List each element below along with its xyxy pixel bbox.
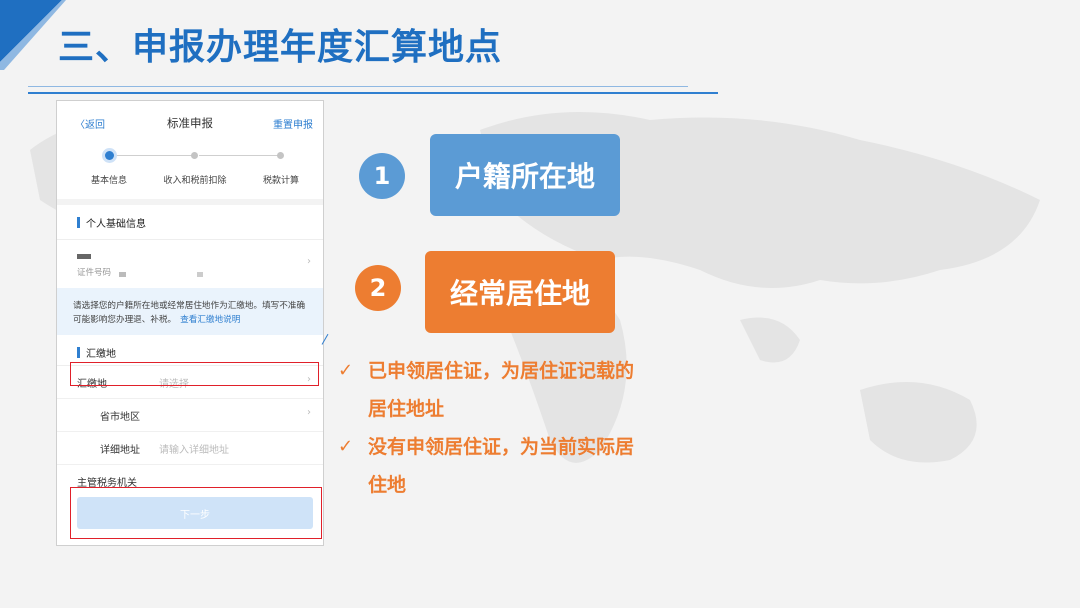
province-city-row[interactable]: 省市地区 › [57, 399, 323, 432]
step-line [199, 155, 279, 156]
notice-link[interactable]: 查看汇缴地说明 [180, 315, 240, 325]
step-dot [277, 152, 284, 159]
step-dot [191, 152, 198, 159]
personal-info-row[interactable]: 证件号码 › [57, 240, 323, 288]
step-label-basic-info: 基本信息 [90, 176, 127, 186]
next-step-button[interactable]: 下一步 [77, 497, 313, 529]
residence-bullets: ✓ 已申领居住证，为居住证记载的 居住地址 ✓ 没有申领居住证，为当前实际居 住… [338, 352, 698, 504]
step-dot-active [105, 151, 114, 160]
section-title: 个人基础信息 [86, 219, 146, 230]
detail-address-row[interactable]: 详细地址 请输入详细地址 [57, 432, 323, 465]
blurred-id [119, 272, 126, 277]
bullet-text: 没有申领居住证，为当前实际居 [368, 436, 635, 458]
notice-box: 请选择您的户籍所在地或经常居住地作为汇缴地。填写不准确可能影响您办理退、补税。查… [57, 288, 323, 335]
section-marker [77, 217, 80, 228]
section-marker [77, 347, 80, 358]
section-personal-info: 个人基础信息 [57, 205, 323, 240]
reset-declaration-button[interactable]: 重置申报 [273, 116, 313, 131]
row-key: 详细地址 [100, 445, 140, 456]
detail-address-input[interactable]: 请输入详细地址 [159, 441, 229, 456]
title-divider-thin [28, 86, 688, 87]
phone-nav-bar: 〈返回 标准申报 重置申报 [57, 101, 323, 145]
blurred-name [77, 254, 91, 259]
id-number-label: 证件号码 [77, 268, 112, 278]
check-icon: ✓ [338, 436, 354, 457]
chevron-right-icon: › [307, 407, 311, 418]
check-icon: ✓ [338, 360, 354, 381]
bullet-item: ✓ 已申领居住证，为居住证记载的 居住地址 [338, 352, 698, 428]
phone-screenshot: 〈返回 标准申报 重置申报 基本信息 收入和税前扣除 税款计算 个人基础信息 证… [56, 100, 324, 546]
title-divider-thick [28, 92, 718, 94]
row-key: 省市地区 [100, 412, 140, 423]
chevron-right-icon: › [307, 256, 311, 267]
blurred-id [197, 272, 203, 277]
bullet-text-cont: 住地 [368, 474, 407, 496]
option-household-registration: 户籍所在地 [430, 134, 620, 216]
bullet-item: ✓ 没有申领居住证，为当前实际居 住地 [338, 428, 698, 504]
step-label-tax-calc: 税款计算 [262, 176, 299, 186]
progress-steps: 基本信息 收入和税前扣除 税款计算 [57, 145, 323, 205]
option-habitual-residence: 经常居住地 [425, 251, 615, 333]
step-label-income: 收入和税前扣除 [163, 176, 227, 186]
option-number-1: 1 [359, 153, 405, 199]
bullet-text-cont: 居住地址 [368, 398, 445, 420]
bullet-text: 已申领居住证，为居住证记载的 [368, 360, 635, 382]
option-number-2: 2 [355, 265, 401, 311]
section-title: 汇缴地 [86, 349, 116, 360]
highlight-frame [70, 362, 319, 386]
step-line [115, 155, 195, 156]
slide-title: 三、申报办理年度汇算地点 [58, 27, 503, 68]
